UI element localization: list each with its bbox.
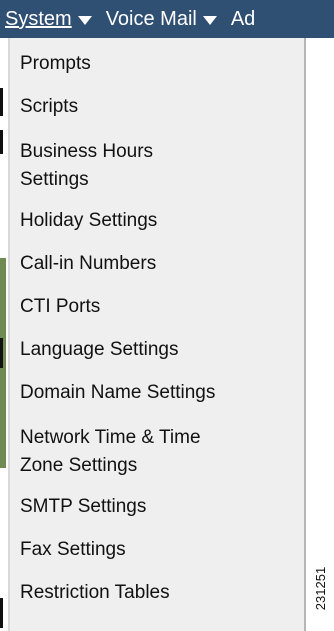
menu-item-holiday-settings[interactable]: Holiday Settings <box>10 209 304 233</box>
menu-system[interactable]: System <box>5 0 92 38</box>
menu-item-domain-name-settings[interactable]: Domain Name Settings <box>10 381 304 405</box>
menu-item-scripts[interactable]: Scripts <box>10 95 304 119</box>
figure-code: 231251 <box>310 558 332 618</box>
menu-item-line: Settings <box>20 169 89 190</box>
menu-item-fax-settings[interactable]: Fax Settings <box>10 538 304 562</box>
figure-code-text: 231251 <box>313 566 329 610</box>
screenshot: System Voice Mail Ad Prompts Scripts Bus… <box>0 0 334 631</box>
background-page-edge <box>0 38 8 631</box>
background-mark <box>0 338 3 368</box>
top-menu-bar: System Voice Mail Ad <box>0 0 334 38</box>
menu-item-business-hours-settings[interactable]: Business Hours Settings <box>10 138 304 194</box>
menu-voice-mail-label: Voice Mail <box>105 8 197 30</box>
menu-voice-mail[interactable]: Voice Mail <box>106 0 217 38</box>
menu-item-call-in-numbers[interactable]: Call-in Numbers <box>10 252 304 276</box>
menu-item-line: Business Hours <box>20 141 154 162</box>
menu-item-prompts[interactable]: Prompts <box>10 52 304 76</box>
background-mark <box>0 130 3 154</box>
menu-admin-partial[interactable]: Ad <box>231 0 255 38</box>
menu-item-cti-ports[interactable]: CTI Ports <box>10 295 304 319</box>
menu-admin-label: Ad <box>230 8 256 30</box>
menu-system-label: System <box>5 8 72 30</box>
system-dropdown-menu: Prompts Scripts Business Hours Settings … <box>8 38 306 631</box>
menu-item-smtp-settings[interactable]: SMTP Settings <box>10 495 304 519</box>
menu-item-line: Zone Settings <box>20 455 138 476</box>
menu-item-line: Network Time & Time <box>20 427 201 448</box>
chevron-down-icon <box>77 15 92 25</box>
chevron-down-icon <box>202 15 217 25</box>
background-mark <box>0 598 3 628</box>
background-mark <box>0 88 3 116</box>
menu-item-restriction-tables[interactable]: Restriction Tables <box>10 581 304 605</box>
menu-item-network-time-settings[interactable]: Network Time & Time Zone Settings <box>10 424 304 480</box>
menu-item-language-settings[interactable]: Language Settings <box>10 338 304 362</box>
